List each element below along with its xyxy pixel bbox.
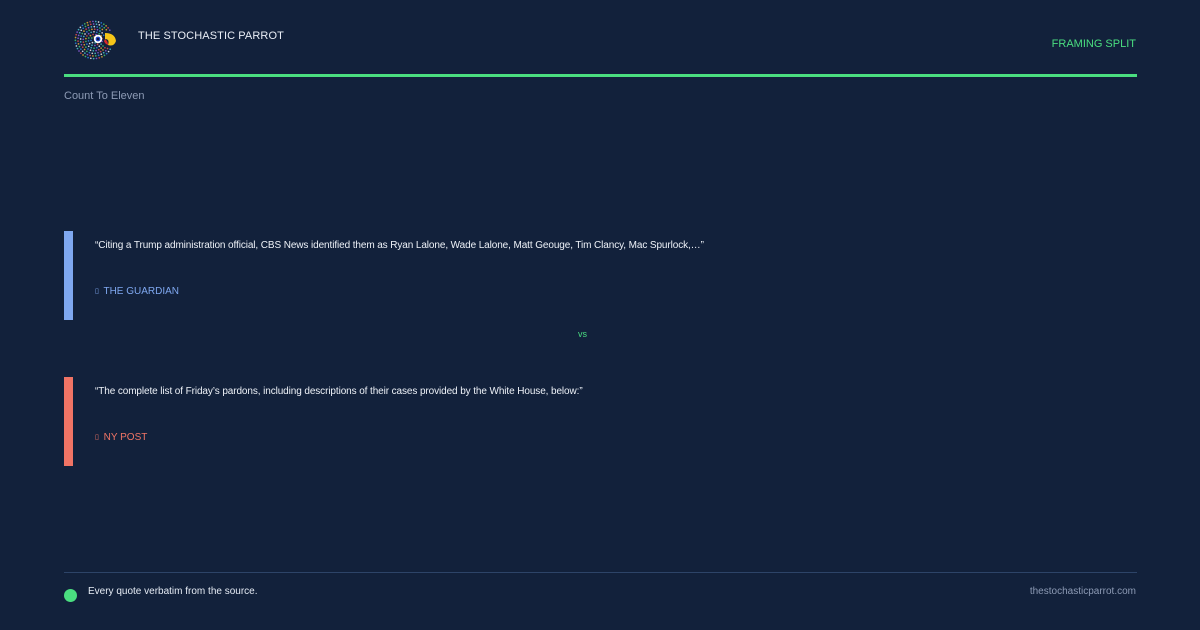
source-name: NY POST bbox=[103, 432, 148, 443]
footer-divider bbox=[64, 572, 1137, 573]
quote-card-nypost: “The complete list of Friday’s pardons, … bbox=[64, 377, 1137, 466]
site-url[interactable]: thestochasticparrot.com bbox=[1030, 586, 1136, 597]
status-dot-icon bbox=[64, 589, 77, 602]
share-card: THE STOCHASTIC PARROT FRAMING SPLIT Coun… bbox=[0, 0, 1200, 630]
source-icon: ▯ bbox=[95, 288, 99, 295]
quote-source: ▯ THE GUARDIAN bbox=[95, 286, 179, 297]
source-name: THE GUARDIAN bbox=[103, 286, 180, 297]
quote-text: “The complete list of Friday’s pardons, … bbox=[95, 386, 583, 397]
framing-split-badge: FRAMING SPLIT bbox=[1051, 38, 1136, 50]
footer-note: Every quote verbatim from the source. bbox=[88, 586, 258, 597]
story-title: Count To Eleven bbox=[64, 90, 145, 102]
quote-text: “Citing a Trump administration official,… bbox=[95, 240, 704, 251]
quote-card-guardian: “Citing a Trump administration official,… bbox=[64, 231, 1137, 320]
brand-name: THE STOCHASTIC PARROT bbox=[138, 30, 284, 42]
header-divider bbox=[64, 74, 1137, 77]
quote-accent-bar bbox=[64, 377, 73, 466]
parrot-logo-icon bbox=[74, 20, 116, 60]
quote-accent-bar bbox=[64, 231, 73, 320]
vs-label: vs bbox=[578, 329, 587, 339]
source-icon: ▯ bbox=[95, 434, 99, 441]
quote-source: ▯ NY POST bbox=[95, 432, 147, 443]
